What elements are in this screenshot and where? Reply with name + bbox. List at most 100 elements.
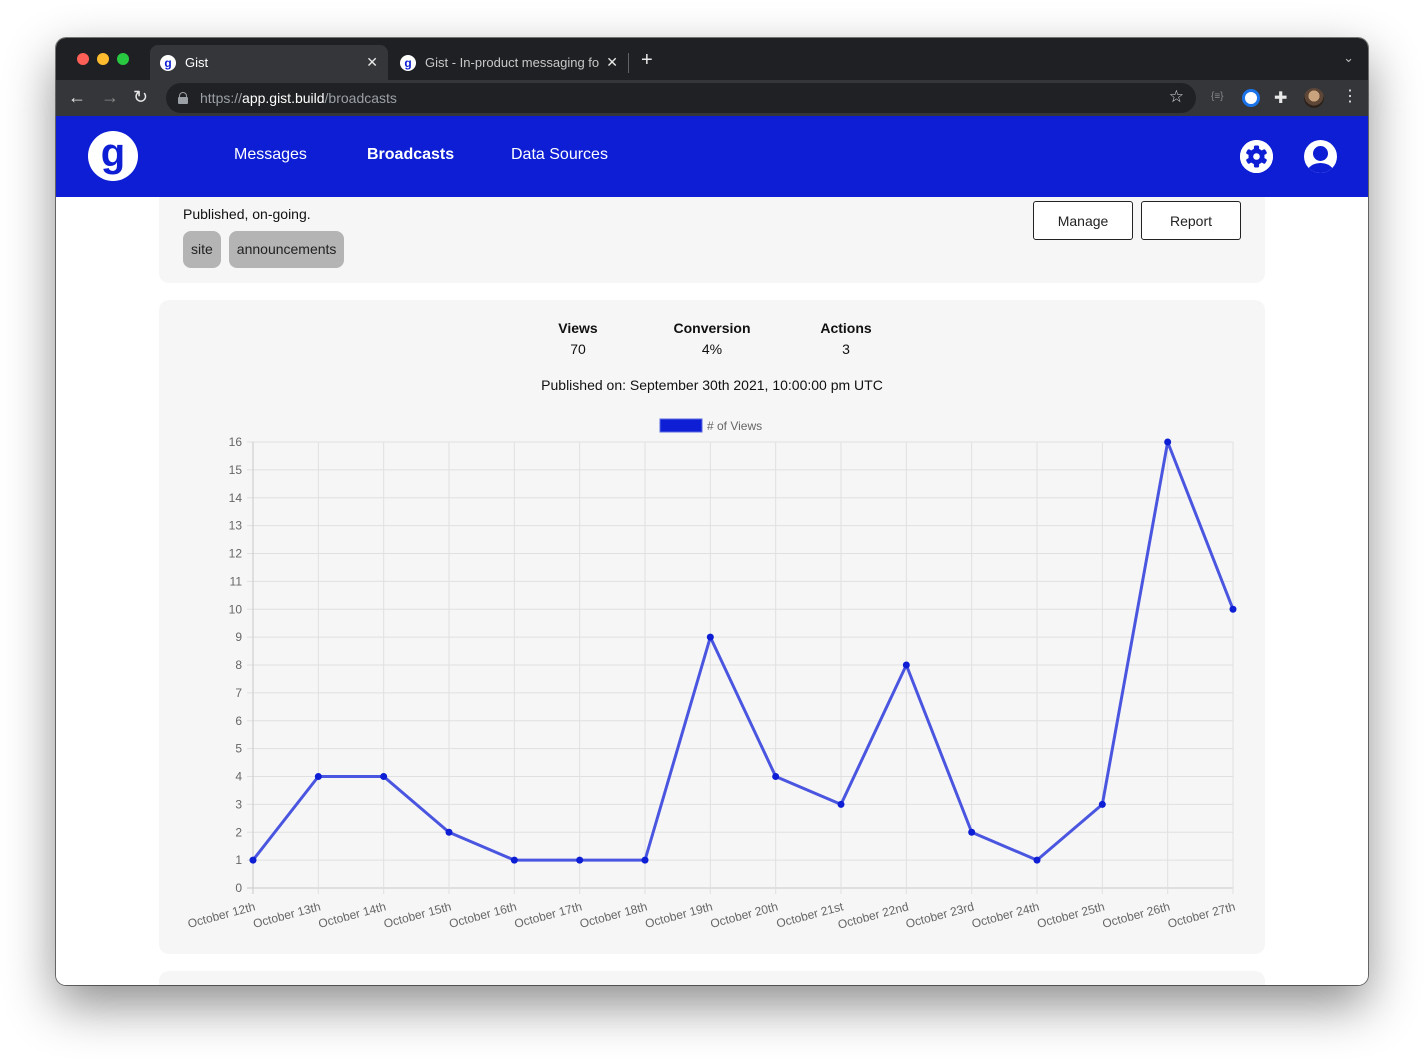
close-tab-icon[interactable]: ✕ <box>606 54 618 71</box>
data-point <box>902 661 910 669</box>
url-path: /broadcasts <box>324 90 397 106</box>
x-tick-label: October 18th <box>578 899 649 930</box>
password-manager-icon[interactable] <box>1242 89 1260 107</box>
nav-broadcasts[interactable]: Broadcasts <box>367 146 454 164</box>
gist-favicon-icon: g <box>160 54 176 71</box>
x-tick-label: October 22nd <box>836 899 910 931</box>
json-extension-icon[interactable]: {≡} <box>1211 91 1224 102</box>
nav-data-sources[interactable]: Data Sources <box>511 146 608 164</box>
data-point <box>1164 438 1172 446</box>
lock-icon[interactable] <box>178 92 188 104</box>
data-point <box>641 856 649 864</box>
legend-swatch <box>659 418 703 433</box>
gist-favicon-icon: g <box>400 54 416 71</box>
gear-icon[interactable] <box>1240 140 1273 173</box>
manage-button[interactable]: Manage <box>1033 201 1133 240</box>
puzzle-icon[interactable]: ✚ <box>1274 88 1287 108</box>
stat-label: Views <box>558 320 598 336</box>
x-tick-label: October 14th <box>317 899 388 930</box>
y-tick-label: 15 <box>229 463 243 477</box>
data-point <box>706 633 714 641</box>
close-window-button[interactable] <box>77 53 89 65</box>
reload-icon[interactable]: ↻ <box>133 87 148 107</box>
y-tick-label: 5 <box>235 742 242 756</box>
gist-logo[interactable]: g <box>88 131 138 181</box>
stat-value: 4% <box>701 341 723 357</box>
x-tick-label: October 15th <box>382 899 453 930</box>
broadcast-status: Published, on-going. <box>183 206 311 222</box>
y-tick-label: 0 <box>235 881 242 895</box>
tab-bar: g Gist ✕ g Gist - In-product messaging f… <box>56 38 1368 80</box>
data-point <box>1098 800 1106 808</box>
forward-arrow-icon[interactable]: → <box>101 87 119 107</box>
x-tick-label: October 12th <box>186 899 257 930</box>
data-point <box>576 856 584 864</box>
stat-value: 3 <box>842 341 850 357</box>
stat-label: Conversion <box>673 320 751 336</box>
x-tick-label: October 17th <box>513 899 584 930</box>
browser-tab-gist-marketing[interactable]: g Gist - In-product messaging fo ✕ <box>390 45 628 80</box>
tag-list: site announcements <box>183 231 345 268</box>
x-tick-label: October 24th <box>970 899 1041 930</box>
data-point <box>510 856 518 864</box>
back-arrow-icon[interactable]: ← <box>68 87 86 107</box>
y-tick-label: 16 <box>229 435 243 449</box>
next-card <box>159 971 1265 985</box>
data-point <box>837 800 845 808</box>
url-host: app.gist.build <box>242 90 325 106</box>
stat-views: Views 70 <box>518 320 638 357</box>
y-tick-label: 12 <box>229 547 243 561</box>
tag-site[interactable]: site <box>183 231 221 268</box>
profile-avatar[interactable] <box>1304 88 1324 108</box>
published-on: Published on: September 30th 2021, 10:00… <box>541 377 883 393</box>
views-line-chart: # of Views012345678910111213141516Octobe… <box>186 418 1237 932</box>
data-point <box>968 828 976 836</box>
y-tick-label: 8 <box>235 658 242 672</box>
data-point <box>445 828 453 836</box>
y-tick-label: 1 <box>235 853 242 867</box>
address-bar[interactable]: https://app.gist.build/broadcasts ☆ <box>166 83 1196 113</box>
y-tick-label: 14 <box>229 491 243 505</box>
x-tick-label: October 21st <box>775 899 846 930</box>
stat-label: Actions <box>820 320 872 336</box>
data-point <box>1033 856 1041 864</box>
data-point <box>1229 605 1237 613</box>
browser-toolbar: ← → ↻ https://app.gist.build/broadcasts … <box>56 80 1368 116</box>
y-tick-label: 3 <box>235 797 242 811</box>
x-tick-label: October 23rd <box>904 899 975 931</box>
y-tick-label: 11 <box>230 574 243 588</box>
star-icon[interactable]: ☆ <box>1169 87 1184 107</box>
x-tick-label: October 25th <box>1035 899 1106 930</box>
y-tick-label: 9 <box>235 630 242 644</box>
x-tick-label: October 16th <box>447 899 518 930</box>
browser-tab-gist[interactable]: g Gist ✕ <box>150 45 388 80</box>
app-header: g Messages Broadcasts Data Sources <box>56 116 1368 197</box>
report-button[interactable]: Report <box>1141 201 1241 240</box>
x-tick-label: October 19th <box>643 899 714 930</box>
stat-actions: Actions 3 <box>786 320 906 357</box>
nav-messages[interactable]: Messages <box>234 146 307 164</box>
tag-announcements[interactable]: announcements <box>228 231 345 268</box>
tab-title: Gist <box>185 55 209 70</box>
minimize-window-button[interactable] <box>97 53 109 65</box>
y-tick-label: 4 <box>235 770 242 784</box>
maximize-window-button[interactable] <box>117 53 129 65</box>
close-tab-icon[interactable]: ✕ <box>366 54 378 71</box>
stat-value: 70 <box>570 341 586 357</box>
data-point <box>314 773 322 780</box>
data-point <box>249 856 257 864</box>
data-point <box>772 773 780 780</box>
url-scheme: https:// <box>200 90 243 106</box>
x-tick-label: October 13th <box>251 899 322 930</box>
browser-window: g Gist ✕ g Gist - In-product messaging f… <box>56 38 1368 985</box>
data-point <box>380 773 388 780</box>
legend-label: # of Views <box>707 419 762 433</box>
chevron-down-icon[interactable]: ⌄ <box>1343 50 1354 66</box>
stat-conversion: Conversion 4% <box>652 320 772 357</box>
y-tick-label: 7 <box>235 686 242 700</box>
user-icon[interactable] <box>1304 140 1337 173</box>
x-tick-label: October 20th <box>709 899 780 930</box>
kebab-menu-icon[interactable]: ⋮ <box>1342 86 1358 106</box>
x-tick-label: October 27th <box>1166 899 1237 930</box>
new-tab-icon[interactable]: + <box>641 49 653 72</box>
